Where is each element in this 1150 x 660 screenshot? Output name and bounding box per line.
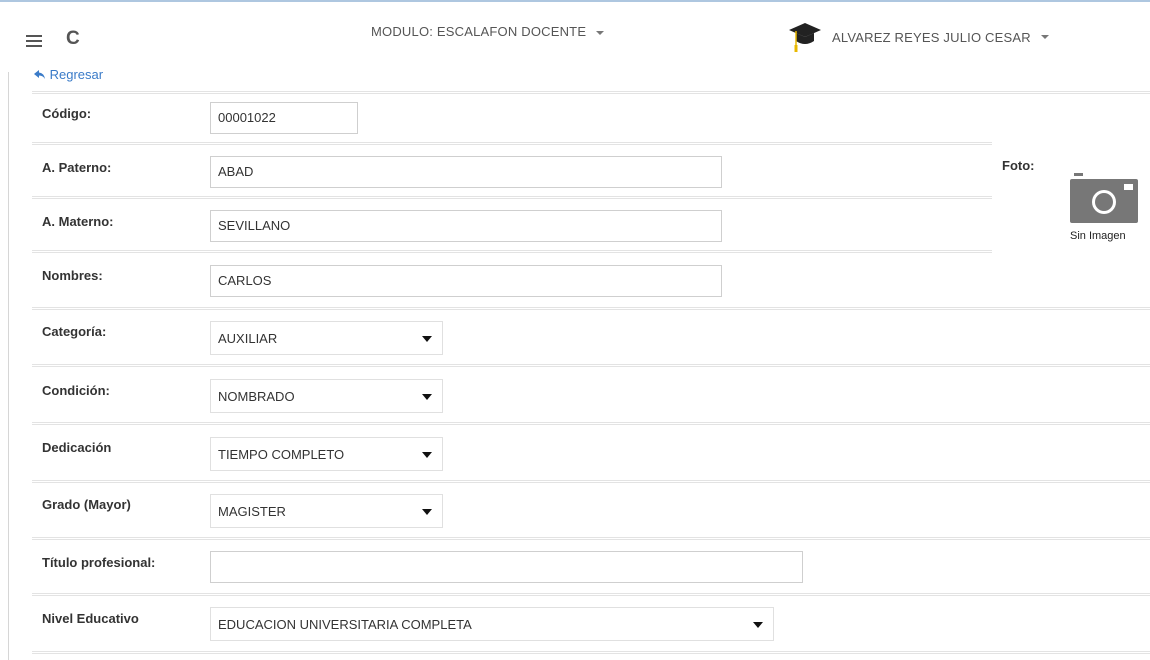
materno-field[interactable]: SEVILLANO (210, 210, 722, 242)
module-dropdown[interactable]: MODULO: ESCALAFON DOCENTE (371, 24, 605, 39)
back-label: Regresar (49, 67, 104, 82)
nivel-label: Nivel Educativo (42, 611, 139, 626)
grado-label: Grado (Mayor) (42, 497, 131, 512)
nivel-select[interactable]: EDUCACION UNIVERSITARIA COMPLETA (210, 607, 774, 641)
photo-placeholder[interactable]: Sin Imagen (1058, 150, 1150, 310)
codigo-row (32, 91, 1150, 94)
grado-select[interactable]: MAGISTER (210, 494, 443, 528)
condicion-value: NOMBRADO (218, 389, 295, 404)
nivel-value: EDUCACION UNIVERSITARIA COMPLETA (218, 617, 472, 632)
dedicacion-row (32, 422, 1150, 425)
dedicacion-label: Dedicación (42, 440, 112, 455)
caret-down-icon (422, 452, 432, 458)
graduation-cap-icon (789, 23, 821, 52)
condicion-label: Condición: (42, 383, 110, 398)
materno-label: A. Materno: (42, 214, 114, 229)
hamburger-icon[interactable] (26, 35, 42, 47)
user-name: ALVAREZ REYES JULIO CESAR (832, 29, 1031, 45)
nombres-row (32, 250, 992, 253)
categoria-value: AUXILIAR (218, 331, 278, 346)
chevron-down-icon (1040, 35, 1049, 39)
categoria-select[interactable]: AUXILIAR (210, 321, 443, 355)
top-navbar: C MODULO: ESCALAFON DOCENTE ALVAREZ REYE… (0, 0, 1150, 72)
titulo-field[interactable] (210, 551, 803, 583)
camera-icon (1070, 173, 1138, 223)
caret-down-icon (753, 622, 763, 628)
user-menu[interactable]: ALVAREZ REYES JULIO CESAR (788, 21, 1049, 53)
codigo-label: Código: (42, 106, 92, 121)
paterno-field[interactable]: ABAD (210, 156, 722, 188)
photo-caption: Sin Imagen (1070, 230, 1126, 242)
foto-label: Foto: (1002, 158, 1035, 173)
categoria-row (32, 307, 1150, 310)
form-bottom-row (32, 651, 1150, 654)
back-link[interactable]: Regresar (34, 67, 103, 82)
reply-arrow-icon (34, 70, 45, 79)
categoria-label: Categoría: (42, 324, 107, 339)
materno-row (32, 196, 992, 199)
condicion-row (32, 364, 1150, 367)
grado-row (32, 480, 1150, 483)
nivel-row (32, 593, 1150, 596)
chevron-down-icon (596, 30, 605, 35)
grado-value: MAGISTER (218, 504, 286, 519)
condicion-select[interactable]: NOMBRADO (210, 379, 443, 413)
nombres-field[interactable]: CARLOS (210, 265, 722, 297)
caret-down-icon (422, 336, 432, 342)
dedicacion-select[interactable]: TIEMPO COMPLETO (210, 437, 443, 471)
module-label: MODULO: ESCALAFON DOCENTE (371, 24, 587, 39)
titulo-row (32, 537, 1150, 540)
caret-down-icon (422, 394, 432, 400)
dedicacion-value: TIEMPO COMPLETO (218, 447, 345, 462)
refresh-icon[interactable]: C (66, 28, 80, 50)
nombres-label: Nombres: (42, 268, 103, 283)
codigo-field[interactable]: 00001022 (210, 102, 358, 134)
paterno-row (32, 142, 992, 145)
caret-down-icon (422, 509, 432, 515)
titulo-label: Título profesional: (42, 555, 156, 570)
paterno-label: A. Paterno: (42, 160, 112, 175)
